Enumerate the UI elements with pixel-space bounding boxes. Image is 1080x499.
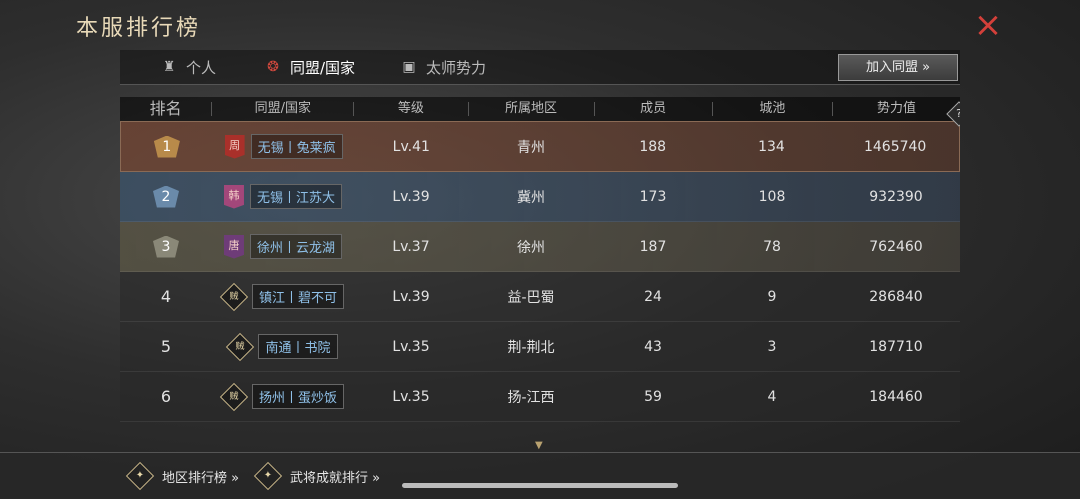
alliance-name[interactable]: 南通丨书院 — [258, 334, 338, 359]
table-row[interactable]: 4 贼 镇江丨碧不可 Lv.39 益-巴蜀 24 9 286840 — [120, 272, 960, 322]
members: 24 — [644, 288, 662, 305]
country-flag-icon: 周 — [224, 134, 245, 159]
rank: 4 — [160, 287, 172, 306]
tab-alliance[interactable]: ❂ 同盟/国家 — [264, 50, 355, 84]
table-row[interactable]: 3 唐 徐州丨云龙湖 Lv.37 徐州 187 78 762460 — [120, 222, 960, 272]
scroll-down-icon: ▼ — [535, 440, 543, 451]
cities: 4 — [767, 388, 777, 405]
members: 59 — [644, 388, 662, 405]
tab-personal[interactable]: ♜ 个人 — [160, 50, 216, 84]
power: 286840 — [869, 288, 923, 305]
level: Lv.39 — [392, 288, 430, 305]
table-row[interactable]: 6 贼 扬州丨蛋炒饭 Lv.35 扬-江西 59 4 184460 — [120, 372, 960, 422]
general-rank-icon: ✦ — [253, 461, 283, 491]
bandit-flag-icon: 贼 — [219, 382, 249, 411]
rank: 5 — [160, 337, 172, 356]
cities: 9 — [767, 288, 777, 305]
general-rank-link[interactable]: ✦ 武将成就排行 » — [253, 461, 381, 491]
alliance-name[interactable]: 扬州丨蛋炒饭 — [251, 384, 344, 409]
level: Lv.35 — [392, 338, 430, 355]
region: 荆-荆北 — [507, 339, 555, 356]
col-alliance: 同盟/国家 — [212, 102, 355, 116]
country-flag-icon: 韩 — [223, 184, 244, 209]
level: Lv.37 — [392, 238, 430, 255]
level: Lv.39 — [392, 188, 430, 205]
cities: 3 — [767, 338, 777, 355]
cities: 134 — [758, 138, 785, 155]
members: 173 — [639, 188, 667, 205]
rank: 6 — [160, 387, 172, 406]
col-region: 所属地区 — [469, 102, 595, 116]
region-rank-icon: ✦ — [125, 461, 155, 491]
power: 187710 — [869, 338, 923, 355]
col-members: 成员 — [595, 102, 713, 116]
tab-bar: ♜ 个人 ❂ 同盟/国家 ▣ 太师势力 — [120, 50, 960, 85]
power: 1465740 — [863, 138, 927, 155]
alliance-name[interactable]: 无锡丨江苏大 — [249, 184, 342, 209]
power: 762460 — [869, 238, 923, 255]
gold-medal-icon: 1 — [153, 135, 180, 158]
table-row[interactable]: 2 韩 无锡丨江苏大 Lv.39 冀州 173 108 932390 — [120, 172, 960, 222]
col-rank: 排名 — [120, 101, 213, 117]
members: 43 — [644, 338, 662, 355]
region: 益-巴蜀 — [507, 289, 555, 306]
bottom-bar: ✦ 地区排行榜 » ✦ 武将成就排行 » — [0, 452, 1080, 499]
tab-personal-label: 个人 — [186, 58, 217, 77]
table-row[interactable]: 1 周 无锡丨兔莱疯 Lv.41 青州 188 134 1465740 — [120, 121, 960, 172]
region: 扬-江西 — [507, 389, 555, 406]
alliance-name[interactable]: 镇江丨碧不可 — [251, 284, 344, 309]
members: 187 — [639, 238, 667, 255]
cities: 78 — [763, 238, 781, 255]
home-indicator[interactable] — [402, 483, 678, 488]
table-row[interactable]: 5 贼 南通丨书院 Lv.35 荆-荆北 43 3 187710 — [120, 322, 960, 372]
region: 青州 — [517, 139, 546, 156]
tab-alliance-label: 同盟/国家 — [290, 58, 356, 77]
general-rank-label: 武将成就排行 » — [290, 470, 381, 486]
level: Lv.35 — [392, 388, 430, 405]
alliance-name[interactable]: 无锡丨兔莱疯 — [250, 134, 343, 159]
col-power-label: 势力值 — [876, 101, 916, 116]
alliance-name[interactable]: 徐州丨云龙湖 — [249, 234, 342, 259]
person-icon: ♜ — [162, 59, 176, 75]
country-flag-icon: 唐 — [223, 234, 244, 259]
tab-faction-label: 太师势力 — [426, 58, 487, 77]
page-title: 本服排行榜 — [76, 16, 202, 41]
power: 184460 — [869, 388, 923, 405]
alliance-icon: ❂ — [267, 59, 279, 75]
bandit-flag-icon: 贼 — [226, 332, 255, 361]
table-header: 排名 同盟/国家 等级 所属地区 成员 城池 势力值 ? — [120, 97, 960, 127]
bronze-medal-icon: 3 — [153, 235, 179, 258]
close-icon[interactable]: × — [972, 8, 1004, 42]
silver-medal-icon: 2 — [153, 185, 179, 208]
ranking-table: 排名 同盟/国家 等级 所属地区 成员 城池 势力值 ? 1 周 无锡丨兔莱疯 … — [120, 97, 960, 443]
region: 冀州 — [517, 189, 545, 206]
region-rank-label: 地区排行榜 » — [162, 470, 240, 486]
region: 徐州 — [517, 239, 545, 256]
region-rank-link[interactable]: ✦ 地区排行榜 » — [125, 461, 240, 491]
tab-faction[interactable]: ▣ 太师势力 — [400, 50, 486, 84]
faction-icon: ▣ — [402, 59, 416, 75]
join-alliance-button[interactable]: 加入同盟 » — [838, 54, 958, 81]
col-cities: 城池 — [713, 102, 833, 116]
power: 932390 — [869, 188, 923, 205]
col-level: 等级 — [354, 102, 469, 116]
level: Lv.41 — [392, 138, 430, 155]
cities: 108 — [758, 188, 786, 205]
members: 188 — [639, 138, 667, 155]
col-power: 势力值 ? — [833, 101, 960, 127]
bandit-flag-icon: 贼 — [219, 282, 249, 311]
